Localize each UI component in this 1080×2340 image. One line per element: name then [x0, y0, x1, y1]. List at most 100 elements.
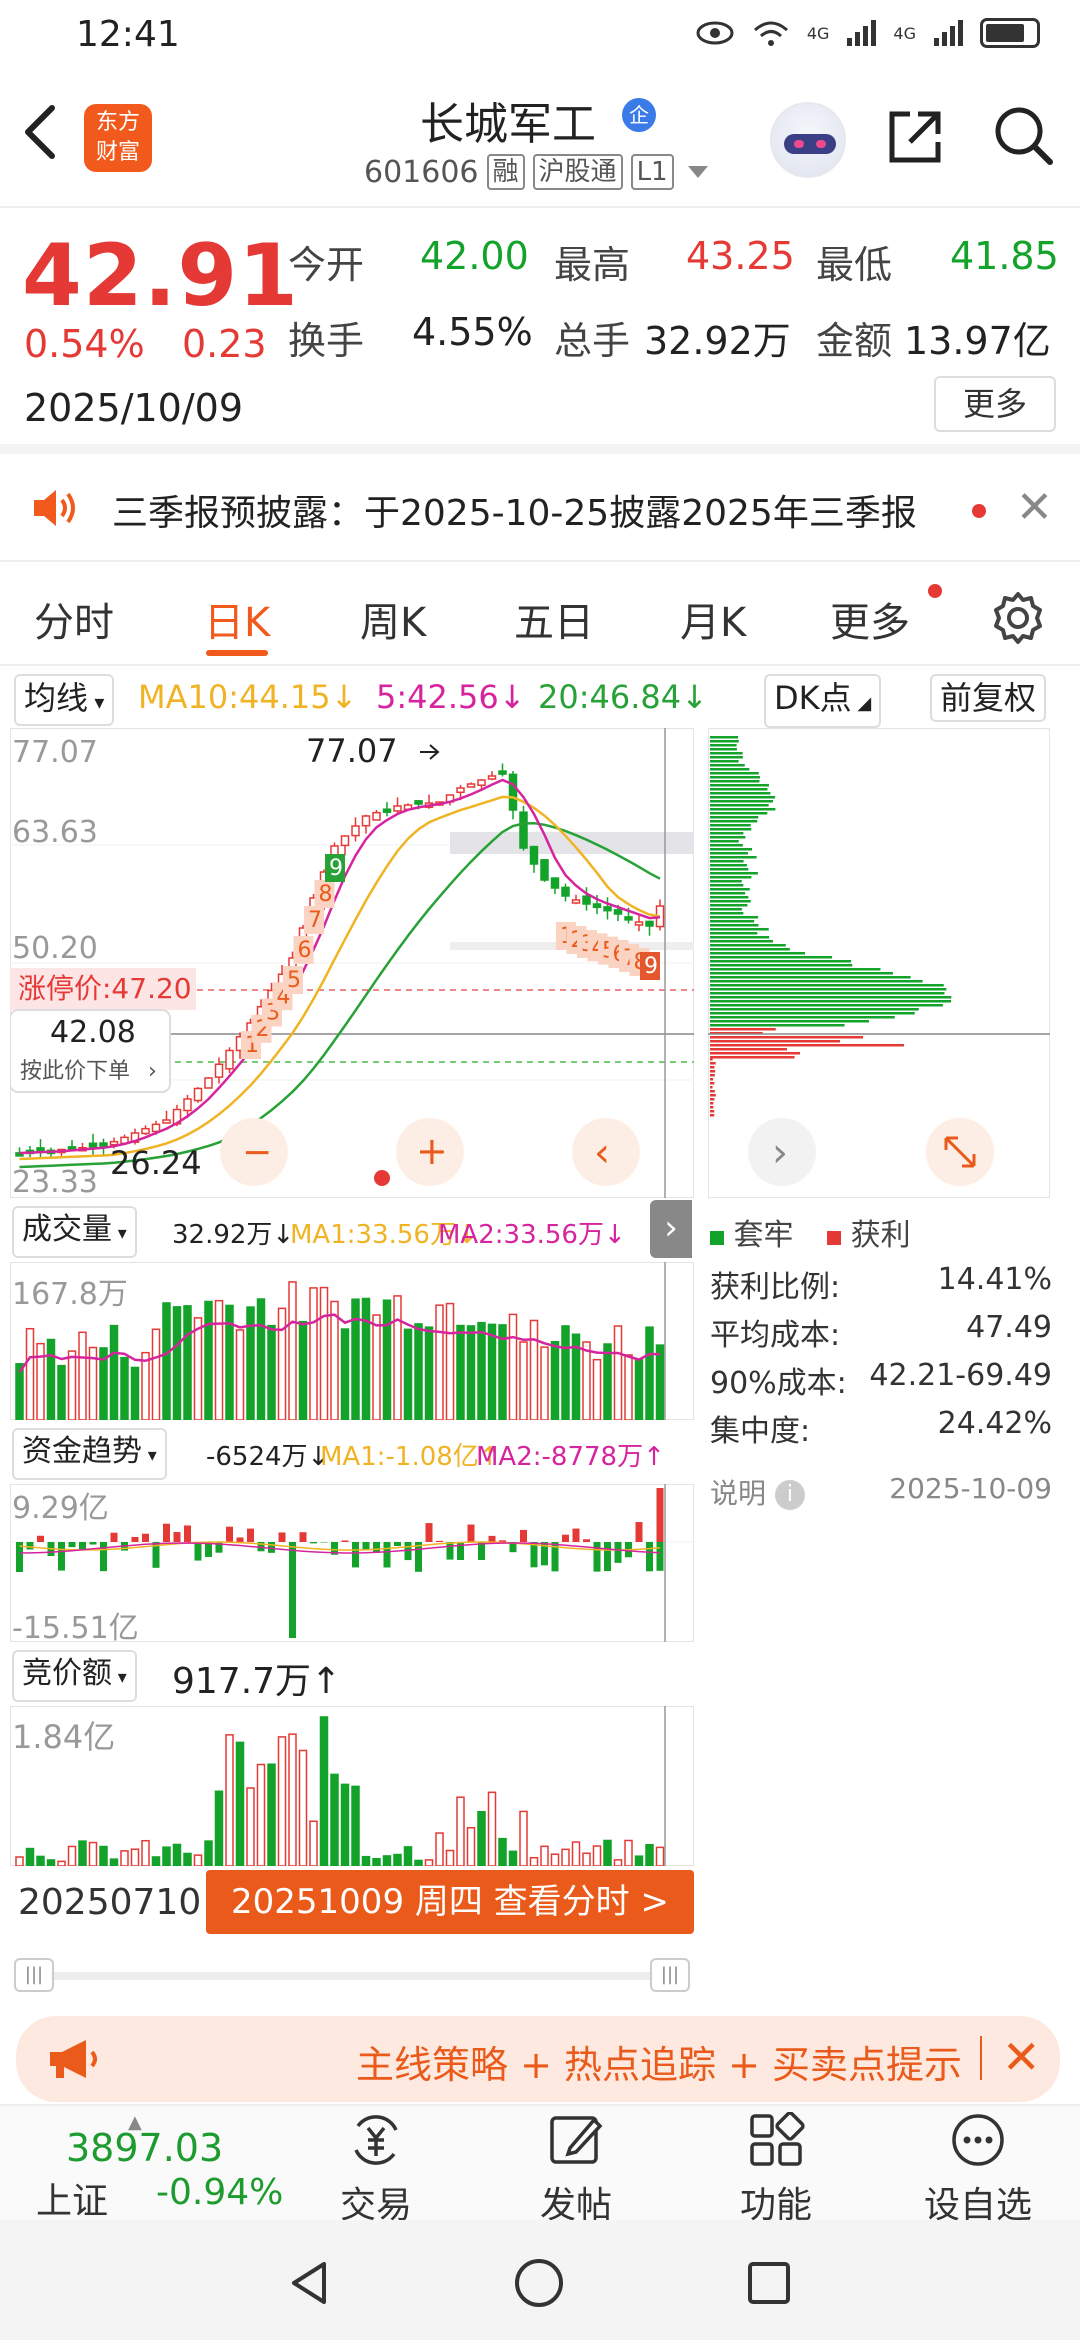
- bid-bar: [225, 1734, 234, 1866]
- bid-bar: [298, 1749, 308, 1866]
- close-icon[interactable]: ✕: [1002, 2030, 1041, 2084]
- tab-intraday[interactable]: 分时: [34, 590, 114, 648]
- assistant-avatar[interactable]: [770, 102, 846, 178]
- tab-five-day[interactable]: 五日: [514, 590, 594, 648]
- tab-monthly-k[interactable]: 月K: [680, 590, 746, 648]
- promo-banner[interactable]: 主线策略 + 热点追踪 + 买卖点提示 ✕: [16, 2016, 1060, 2102]
- gear-icon[interactable]: [990, 590, 1046, 646]
- chart-tabs: 分时 日K 周K 五日 月K 更多: [0, 566, 1080, 666]
- post-icon: [550, 2116, 603, 2164]
- volume-bar: [309, 1287, 318, 1420]
- chip-bar-trapped: [710, 1012, 915, 1015]
- volume-chart[interactable]: 167.8万: [10, 1262, 694, 1420]
- stock-name[interactable]: 长城军工: [420, 88, 596, 152]
- app-logo[interactable]: 东方 财富: [84, 104, 152, 172]
- fund-bar-min: [289, 1542, 296, 1638]
- ma-row: 均线 ▾ MA10:44.15↓ 5:42.56↓ 20:46.84↓ DK点 …: [0, 672, 1080, 728]
- chip-bar-trapped: [710, 764, 745, 767]
- open-label: 今开: [288, 243, 365, 287]
- bid-amount-chart[interactable]: 1.84亿: [10, 1706, 694, 1866]
- chip-note[interactable]: 说明 i 2025-10-09: [710, 1472, 1056, 1512]
- candle-body: [540, 859, 549, 881]
- nav-watchlist[interactable]: 设自选: [918, 2112, 1038, 2228]
- share-icon[interactable]: [884, 106, 946, 168]
- volume-bar: [277, 1307, 287, 1420]
- bid-bar: [120, 1850, 129, 1866]
- volume-bar: [141, 1351, 150, 1420]
- dk-point-button[interactable]: DK点 ◢: [764, 674, 882, 728]
- nav-functions[interactable]: 功能: [716, 2112, 836, 2228]
- chevron-right-icon: ›: [772, 1130, 788, 1176]
- info-icon: i: [774, 1480, 805, 1510]
- volume-selector[interactable]: 成交量 ▾: [12, 1206, 137, 1258]
- fund-flow-chart[interactable]: 9.29亿 -15.51亿: [10, 1484, 694, 1642]
- stock-code-row[interactable]: 601606 融 沪股通 L1: [364, 154, 708, 190]
- adjust-button[interactable]: 前复权: [930, 674, 1047, 722]
- back-triangle-icon[interactable]: [284, 2258, 334, 2308]
- chip-bar-trapped: [710, 972, 893, 975]
- recents-square-icon[interactable]: [744, 2258, 794, 2308]
- bid-bar: [382, 1855, 392, 1866]
- fund-row: 资金趋势 ▾ -6524万↓ MA1:-1.08亿↑ MA2:-8778万↑: [0, 1428, 700, 1480]
- indicator-selector[interactable]: 均线 ▾: [14, 674, 115, 726]
- notice-bar[interactable]: 三季报预披露：于2025-10-25披露2025年三季报 ✕: [0, 454, 1080, 562]
- volume-bar: [319, 1286, 329, 1420]
- kline-chart[interactable]: 123456789123456789 77.07 63.63 50.20 23.…: [10, 728, 694, 1198]
- chip-bar-trapped: [710, 804, 769, 807]
- more-quote-button[interactable]: 更多: [934, 376, 1056, 432]
- scroll-handle-right[interactable]: |||: [650, 1958, 690, 1992]
- volume-label: 总手: [554, 319, 631, 363]
- chip-bar-trapped: [710, 940, 774, 943]
- scroll-handle-left[interactable]: |||: [14, 1958, 54, 1992]
- view-intraday-button[interactable]: 20251009 周四 查看分时 >: [206, 1870, 694, 1934]
- search-icon[interactable]: [990, 102, 1056, 168]
- fund-bar: [58, 1542, 65, 1571]
- td-up-count: 5: [287, 968, 301, 993]
- back-button[interactable]: [20, 102, 80, 172]
- bid-bar: [414, 1859, 423, 1866]
- scroll-left-button[interactable]: ‹: [572, 1118, 640, 1186]
- trade-icon: [354, 2115, 398, 2165]
- chip-bar-profit: [710, 1086, 713, 1089]
- chip-bar-trapped: [710, 1020, 869, 1023]
- candle-body: [582, 895, 591, 905]
- tab-more[interactable]: 更多: [830, 590, 910, 648]
- chip-distribution-chart[interactable]: ›: [708, 728, 1050, 1198]
- candle-body: [529, 845, 539, 865]
- chip-bar-trapped: [710, 908, 742, 911]
- close-icon[interactable]: ✕: [1016, 482, 1053, 533]
- nav-post[interactable]: 发帖: [516, 2112, 636, 2228]
- fund-selector[interactable]: 资金趋势 ▾: [12, 1428, 167, 1480]
- fund-bar: [656, 1542, 664, 1571]
- chip-bar-profit: [710, 1048, 787, 1051]
- chip-bar-trapped: [710, 968, 881, 971]
- tab-daily-k[interactable]: 日K: [204, 590, 270, 648]
- bid-selector[interactable]: 竞价额 ▾: [12, 1650, 137, 1702]
- fund-bar: [383, 1542, 391, 1568]
- home-circle-icon[interactable]: [512, 2256, 566, 2310]
- volume-bar: [435, 1304, 444, 1420]
- stat-label: 90%成本:: [710, 1366, 847, 1401]
- candle-body: [498, 770, 507, 775]
- volume-bar: [57, 1364, 66, 1420]
- nav-trade[interactable]: 交易: [316, 2112, 436, 2228]
- dist-next-button[interactable]: ›: [748, 1118, 816, 1186]
- amount-label: 金额: [816, 319, 893, 363]
- chip-bar-profit: [710, 1074, 715, 1077]
- tab-weekly-k[interactable]: 周K: [360, 590, 426, 648]
- bid-bar: [267, 1763, 276, 1866]
- fund-ma2: MA2:-8778万↑: [476, 1442, 665, 1472]
- event-dot[interactable]: [374, 1170, 390, 1186]
- bid-bar: [246, 1787, 255, 1866]
- order-at-price[interactable]: 42.08 按此价下单 ›: [10, 1009, 171, 1093]
- chip-bar-profit: [710, 1052, 800, 1055]
- zoom-in-button[interactable]: +: [396, 1118, 464, 1186]
- candle-body: [351, 825, 360, 837]
- bid-bar: [172, 1843, 182, 1866]
- volume-bar: [445, 1302, 455, 1420]
- range-scroller[interactable]: ||| |||: [14, 1958, 690, 1992]
- stat-label: 获利比例:: [710, 1270, 841, 1305]
- expand-button[interactable]: [926, 1118, 994, 1186]
- zoom-out-button[interactable]: −: [220, 1118, 288, 1186]
- date-row: 20250710 20251009 周四 查看分时 >: [10, 1870, 694, 1934]
